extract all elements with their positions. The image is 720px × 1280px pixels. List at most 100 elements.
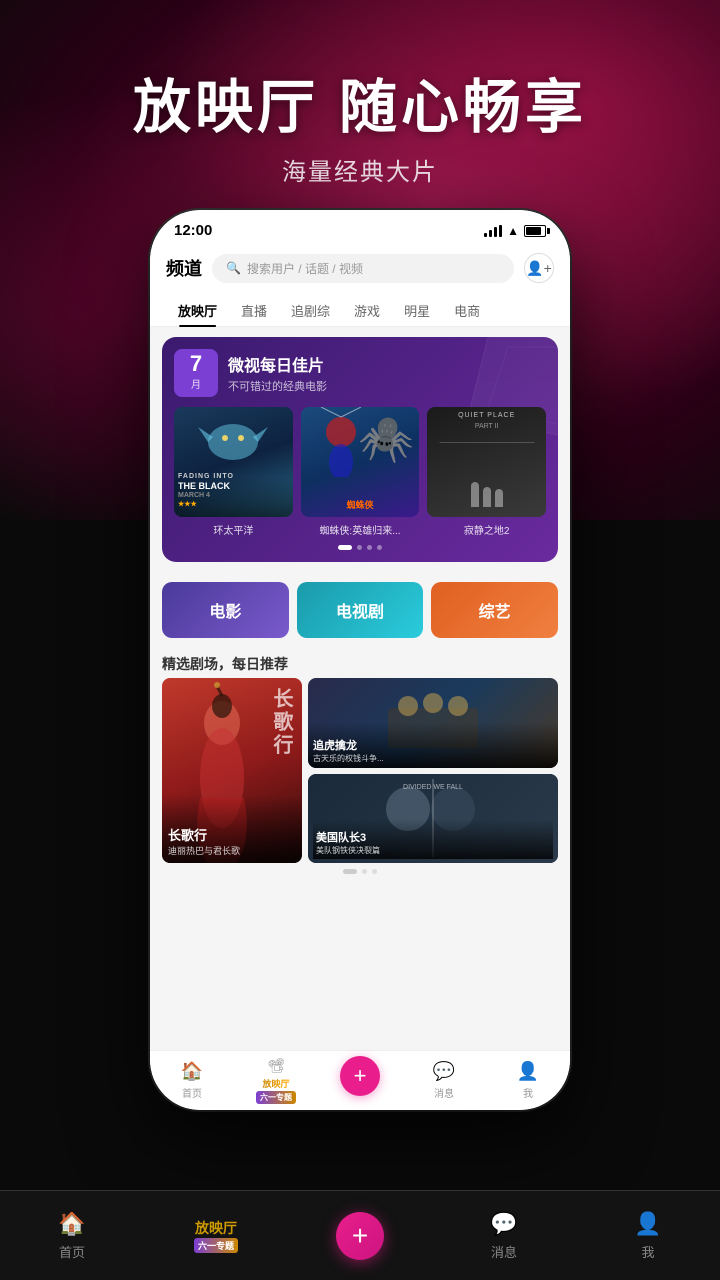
tab-star[interactable]: 明星 [392, 295, 442, 326]
fanying-icon: 📽 [267, 1057, 285, 1074]
drama-dot-2 [362, 869, 367, 874]
search-bar[interactable]: 🔍 搜索用户 / 话题 / 视频 [212, 254, 514, 283]
poster-spider-caption: 蜘蛛侠:英雄归来... [301, 522, 420, 537]
drama-row: 长歌行 长歌行 迪丽热巴与君长歌 [150, 678, 570, 863]
message-label: 消息 [434, 1085, 454, 1100]
status-bar: 12:00 ▲ [150, 210, 570, 247]
status-time: 12:00 [174, 222, 212, 239]
featured-title-block: 微视每日佳片 不可错过的经典电影 [228, 352, 327, 394]
outer-bottom-nav: 🏠 首页 放映厅 六一专题 + 💬 消息 👤 我 [0, 1190, 720, 1280]
posters-row: FADING INTO THE BLACK MARCH 4 ★★★ 环太平洋 🕷… [174, 407, 546, 537]
user-add-icon[interactable]: 👤+ [524, 253, 554, 283]
dots-indicator [174, 545, 546, 550]
zhui-subtitle: 古天乐的权钱斗争... [313, 753, 553, 764]
spiderman-svg [311, 407, 371, 477]
changge-subtitle: 迪丽热巴与君长歌 [168, 844, 296, 857]
hero-section: 放映厅 随心畅享 海量经典大片 [0, 60, 720, 187]
phone-nav-me[interactable]: 👤 我 [486, 1061, 570, 1100]
tab-shop[interactable]: 电商 [442, 295, 492, 326]
signal-bars-icon [484, 225, 502, 237]
poster-quiet-item[interactable]: QUIET PLACE PART II 寂静之地2 [427, 407, 546, 537]
featured-card[interactable]: 7 月 微视每日佳片 不可错过的经典电影 [162, 337, 558, 562]
quiet-silhouettes [471, 482, 503, 507]
fanying-icon-row: 放映厅 [195, 1218, 237, 1238]
tab-fanying[interactable]: 放映厅 [166, 295, 229, 326]
plus-circle[interactable]: + [336, 1212, 384, 1260]
featured-title: 微视每日佳片 [228, 352, 327, 376]
poster-spider-img: 🕷️ 蜘蛛侠 [301, 407, 420, 517]
status-icons: ▲ [484, 224, 546, 238]
outer-me-icon: 👤 [634, 1211, 661, 1237]
search-icon: 🔍 [226, 261, 241, 275]
poster-spider-item[interactable]: 🕷️ 蜘蛛侠 蜘蛛侠:英雄归来... [301, 407, 420, 537]
drama-zhui[interactable]: 追虎擒龙 古天乐的权钱斗争... [308, 678, 558, 768]
drama-dot-3 [372, 869, 377, 874]
changge-overlay: 长歌行 迪丽热巴与君长歌 [162, 795, 302, 863]
outer-nav-fanying[interactable]: 放映厅 六一专题 [144, 1218, 288, 1253]
phone-nav-message[interactable]: 💬 消息 [402, 1061, 486, 1100]
drama-dot-1 [343, 869, 357, 874]
search-placeholder: 搜索用户 / 话题 / 视频 [247, 260, 363, 277]
tab-drama[interactable]: 追剧综 [279, 295, 342, 326]
outer-nav-home[interactable]: 🏠 首页 [0, 1211, 144, 1261]
outer-nav-plus[interactable]: + [288, 1212, 432, 1260]
cat-tv-btn[interactable]: 电视剧 [297, 582, 424, 638]
outer-me-label: 我 [641, 1242, 654, 1261]
me-icon: 👤 [517, 1061, 539, 1082]
phone-nav-plus[interactable]: + [318, 1066, 402, 1096]
app-header: 频道 🔍 搜索用户 / 话题 / 视频 👤+ [150, 247, 570, 291]
cap-subtitle: 美队钢铁侠决裂篇 [316, 845, 550, 856]
poster-pacific-item[interactable]: FADING INTO THE BLACK MARCH 4 ★★★ 环太平洋 [174, 407, 293, 537]
poster-quiet-caption: 寂静之地2 [427, 522, 546, 537]
outer-message-label: 消息 [491, 1242, 517, 1261]
drama-changge[interactable]: 长歌行 长歌行 迪丽热巴与君长歌 [162, 678, 302, 863]
me-label: 我 [523, 1085, 533, 1100]
pacific-film-text: FADING INTO THE BLACK MARCH 4 ★★★ [178, 473, 234, 509]
outer-nav-me[interactable]: 👤 我 [576, 1211, 720, 1261]
hero-subtitle: 海量经典大片 [0, 152, 720, 187]
dot-1 [338, 545, 352, 550]
drama-section-title: 精选剧场，每日推荐 [150, 648, 570, 678]
cat-variety-btn[interactable]: 综艺 [431, 582, 558, 638]
category-row: 电影 电视剧 综艺 [150, 572, 570, 648]
drama-dots [150, 869, 570, 874]
phone-nav-home[interactable]: 🏠 首页 [150, 1061, 234, 1100]
fanying-label: 放映厅 六一专题 [256, 1077, 296, 1104]
phone-mockup: 12:00 ▲ 频道 🔍 搜索用户 / 话题 / 视频 [150, 210, 570, 1110]
dot-2 [357, 545, 362, 550]
cap-title: 美国队长3 [316, 829, 550, 845]
fanying-text: 放映厅 [195, 1218, 237, 1238]
zhui-title: 追虎擒龙 [313, 737, 553, 753]
phone-bottom-nav: 🏠 首页 📽 放映厅 六一专题 + 💬 消息 👤 我 [150, 1050, 570, 1110]
outer-home-label: 首页 [59, 1242, 85, 1261]
cat-tv-label: 电视剧 [336, 598, 384, 622]
dragon-svg [193, 412, 273, 482]
outer-message-icon: 💬 [490, 1211, 517, 1237]
changge-title: 长歌行 [168, 825, 296, 844]
cat-variety-label: 综艺 [479, 598, 511, 622]
cat-movie-btn[interactable]: 电影 [162, 582, 289, 638]
date-number: 7 [182, 353, 210, 375]
tab-game[interactable]: 游戏 [342, 295, 392, 326]
zhui-overlay: 追虎擒龙 古天乐的权钱斗争... [308, 722, 558, 768]
hero-title: 放映厅 随心畅享 [0, 60, 720, 144]
plus-button[interactable]: + [340, 1056, 380, 1096]
main-content: 7 月 微视每日佳片 不可错过的经典电影 [150, 327, 570, 1082]
cat-movie-label: 电影 [209, 598, 241, 622]
outer-nav-message[interactable]: 💬 消息 [432, 1211, 576, 1261]
fanying-badge-outer: 六一专题 [194, 1238, 238, 1253]
tab-live[interactable]: 直播 [229, 295, 279, 326]
fanying-outer: 放映厅 六一专题 [194, 1218, 238, 1253]
date-badge: 7 月 [174, 349, 218, 397]
drama-small-col: 追虎擒龙 古天乐的权钱斗争... DIVIDED WE FALL [308, 678, 558, 863]
cap-overlay: 美国队长3 美队钢铁侠决裂篇 [313, 819, 553, 859]
message-icon: 💬 [433, 1061, 455, 1082]
home-label: 首页 [182, 1085, 202, 1100]
dot-4 [377, 545, 382, 550]
drama-captain[interactable]: DIVIDED WE FALL 美国队长3 美队钢铁侠决裂篇 [308, 774, 558, 864]
poster-pacific-img: FADING INTO THE BLACK MARCH 4 ★★★ [174, 407, 293, 517]
battery-icon [524, 225, 546, 237]
svg-text:DIVIDED WE FALL: DIVIDED WE FALL [403, 784, 463, 791]
date-unit: 月 [191, 380, 201, 391]
phone-nav-fanying[interactable]: 📽 放映厅 六一专题 [234, 1057, 318, 1104]
